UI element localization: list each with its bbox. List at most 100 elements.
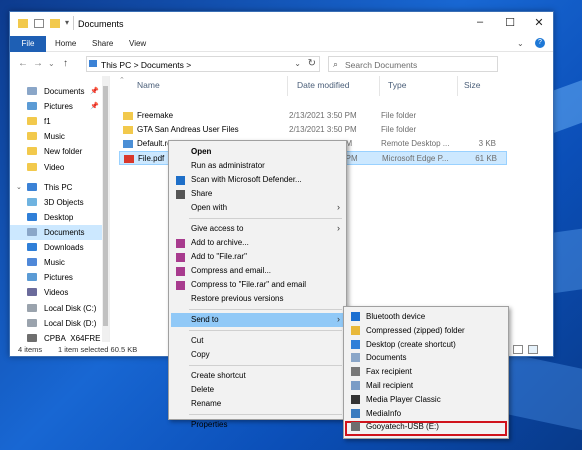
submenu-arrow-icon: ›: [337, 314, 340, 324]
nav-scrollbar[interactable]: [102, 76, 109, 342]
minimize-icon[interactable]: –: [470, 16, 490, 28]
context-menu-item[interactable]: Share: [171, 187, 344, 201]
properties-icon[interactable]: [34, 19, 44, 28]
nav-item-label: Music: [44, 258, 65, 267]
close-icon[interactable]: ✕: [529, 16, 549, 29]
nav-item[interactable]: Videos: [10, 285, 102, 300]
context-menu-item[interactable]: Cut: [171, 334, 344, 348]
send-to-item[interactable]: Mail recipient: [346, 379, 506, 392]
send-to-item[interactable]: Compressed (zipped) folder: [346, 324, 506, 337]
tab-share[interactable]: Share: [92, 39, 113, 48]
file-row[interactable]: GTA San Andreas User Files 2/13/2021 3:50…: [119, 123, 507, 137]
folder-icon: [123, 126, 133, 134]
context-menu-item[interactable]: Restore previous versions: [171, 292, 344, 306]
pictures-icon: [27, 102, 37, 110]
nav-item[interactable]: Downloads: [10, 240, 102, 255]
nav-item[interactable]: CPBA_X64FRE (E: [10, 331, 109, 342]
selection-info: 1 item selected 60.5 KB: [58, 345, 138, 354]
back-arrow-icon[interactable]: ←: [18, 58, 28, 69]
nav-scrollbar-thumb[interactable]: [103, 86, 108, 326]
search-icon: ⌕: [333, 59, 339, 69]
nav-item[interactable]: Pictures: [10, 270, 102, 285]
nav-item[interactable]: Documents 📌: [10, 84, 102, 99]
nav-item[interactable]: Desktop: [10, 210, 102, 225]
winrar-icon: [176, 253, 185, 262]
recent-locations-icon[interactable]: ⌄: [48, 59, 55, 68]
nav-item[interactable]: Pictures 📌: [10, 99, 102, 114]
context-menu-item[interactable]: Open: [171, 145, 344, 159]
nav-item[interactable]: Music: [10, 255, 102, 270]
context-menu-label: Rename: [191, 399, 222, 408]
refresh-icon[interactable]: ↻: [308, 58, 316, 69]
context-menu-item[interactable]: Copy: [171, 348, 344, 362]
share-icon: [176, 190, 185, 199]
nav-item[interactable]: New folder: [10, 144, 102, 159]
context-menu-item[interactable]: Delete: [171, 383, 344, 397]
details-view-icon[interactable]: [513, 345, 523, 354]
nav-item-label: Downloads: [44, 243, 84, 252]
file-type: Remote Desktop ...: [381, 139, 450, 148]
context-menu-item[interactable]: Add to archive...: [171, 236, 344, 250]
column-type[interactable]: Type: [388, 80, 406, 90]
context-menu-item[interactable]: Run as administrator: [171, 159, 344, 173]
nav-item[interactable]: Documents: [10, 225, 102, 240]
this-pc-icon: [89, 60, 97, 67]
file-row[interactable]: Freemake 2/13/2021 3:50 PM File folder: [119, 109, 507, 123]
send-to-item[interactable]: Bluetooth device: [346, 310, 506, 323]
send-to-item[interactable]: MediaInfo: [346, 407, 506, 420]
forward-arrow-icon[interactable]: →: [33, 58, 43, 69]
context-menu-item[interactable]: Compress to "File.rar" and email: [171, 278, 344, 292]
nav-item[interactable]: This PC: [10, 180, 102, 195]
send-to-item[interactable]: Documents: [346, 351, 506, 364]
send-to-item[interactable]: Media Player Classic: [346, 393, 506, 406]
tab-file[interactable]: File: [10, 36, 46, 52]
nav-item[interactable]: Local Disk (D:): [10, 316, 102, 331]
send-to-item[interactable]: Gooyatech-USB (E:): [346, 420, 506, 433]
context-menu-item[interactable]: Add to "File.rar": [171, 250, 344, 264]
nav-item[interactable]: f1: [10, 114, 102, 129]
context-menu-item[interactable]: Open with ›: [171, 201, 344, 215]
search-input[interactable]: ⌕ Search Documents: [328, 56, 498, 72]
nav-item[interactable]: 3D Objects: [10, 195, 102, 210]
folder-icon: [123, 112, 133, 120]
send-to-item[interactable]: Fax recipient: [346, 365, 506, 378]
nav-item[interactable]: Music: [10, 129, 102, 144]
context-menu-item[interactable]: Rename: [171, 397, 344, 411]
tab-view[interactable]: View: [129, 39, 146, 48]
tab-home[interactable]: Home: [55, 39, 76, 48]
address-dropdown-icon[interactable]: ⌄: [294, 59, 301, 68]
context-menu-item[interactable]: Create shortcut: [171, 369, 344, 383]
file-name: GTA San Andreas User Files: [137, 125, 239, 134]
usb-drive-icon: [351, 422, 360, 432]
context-menu-item[interactable]: Properties: [171, 418, 344, 432]
context-menu-item[interactable]: Scan with Microsoft Defender...: [171, 173, 344, 187]
winrar-icon: [176, 281, 185, 290]
send-to-label: Fax recipient: [366, 367, 412, 377]
address-bar[interactable]: This PC > Documents > ⌄ ↻: [86, 56, 320, 72]
chevron-down-icon[interactable]: ▾: [65, 18, 69, 27]
expand-chevron-icon[interactable]: ⌄: [16, 183, 22, 191]
column-name[interactable]: Name: [137, 80, 160, 90]
nav-item[interactable]: Local Disk (C:): [10, 301, 102, 316]
expand-ribbon-icon[interactable]: ⌄: [517, 39, 524, 48]
new-folder-icon[interactable]: [50, 19, 60, 28]
context-menu-label: Compress and email...: [191, 266, 272, 275]
context-menu-item[interactable]: Send to ›: [171, 313, 344, 327]
help-icon[interactable]: ?: [535, 38, 545, 48]
maximize-icon[interactable]: ☐: [500, 16, 520, 29]
column-size[interactable]: Size: [464, 80, 481, 90]
send-to-label: Gooyatech-USB (E:): [366, 422, 439, 432]
column-date[interactable]: Date modified: [297, 80, 349, 90]
file-name: Freemake: [137, 111, 174, 120]
send-to-label: Media Player Classic: [366, 394, 441, 404]
large-icons-view-icon[interactable]: [528, 345, 538, 354]
send-to-submenu: Bluetooth device Compressed (zipped) fold…: [343, 306, 509, 439]
nav-item[interactable]: Video: [10, 160, 102, 175]
up-arrow-icon[interactable]: ↑: [63, 58, 68, 69]
drive-icon: [27, 304, 37, 312]
context-menu-item[interactable]: Give access to ›: [171, 222, 344, 236]
send-to-item[interactable]: Desktop (create shortcut): [346, 338, 506, 351]
context-menu-item[interactable]: Compress and email...: [171, 264, 344, 278]
nav-item-label: Pictures: [44, 273, 73, 282]
nav-item-label: Videos: [44, 288, 69, 297]
